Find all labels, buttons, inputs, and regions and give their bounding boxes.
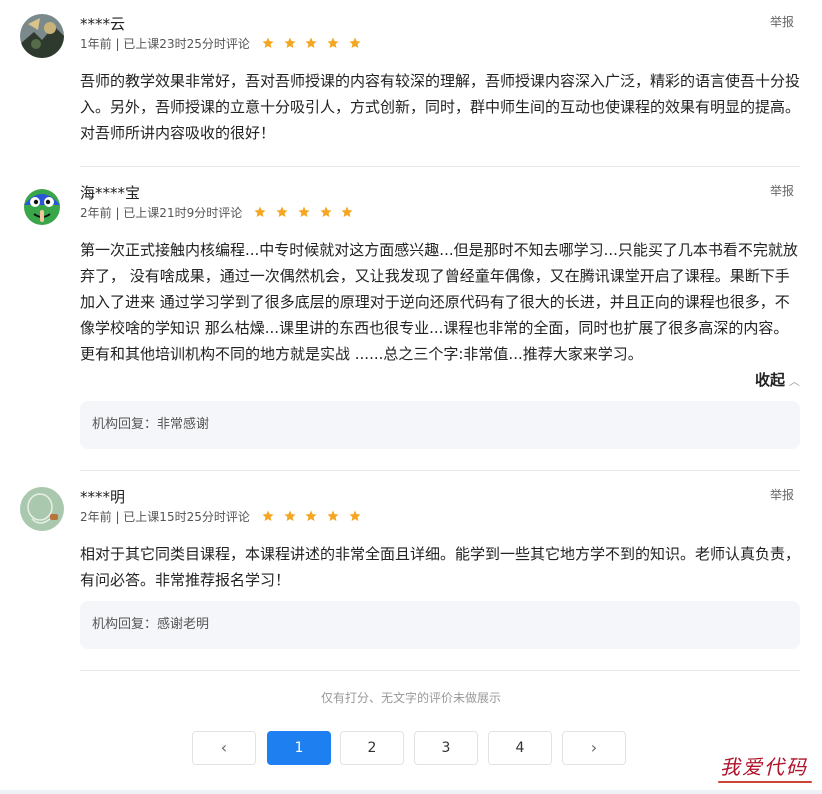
report-button[interactable]: 举报 xyxy=(770,14,794,30)
star-icon xyxy=(298,206,310,218)
star-icon xyxy=(262,37,274,49)
star-icon xyxy=(327,37,339,49)
review-content: 吾师的教学效果非常好，吾对吾师授课的内容有较深的理解，吾师授课内容深入广泛，精彩… xyxy=(80,72,801,142)
review-item: ****明 2年前 | 已上课15时25分时评论 举报 相对于其它同类目课程，本… xyxy=(20,487,800,652)
page-button-1[interactable]: 1 xyxy=(267,731,331,765)
institution-reply: 机构回复：感谢老明 xyxy=(80,601,800,649)
star-icon xyxy=(341,206,353,218)
rating-stars xyxy=(262,510,367,526)
chevron-up-icon: ︿ xyxy=(789,375,800,388)
collapse-button[interactable]: 收起 ︿ xyxy=(755,370,800,392)
username[interactable]: ****云 xyxy=(80,14,125,34)
page-button-3[interactable]: 3 xyxy=(414,731,478,765)
divider xyxy=(80,670,800,671)
rating-stars xyxy=(262,37,367,53)
page-button-4[interactable]: 4 xyxy=(488,731,552,765)
star-icon xyxy=(349,510,361,522)
chevron-right-icon: › xyxy=(590,738,598,757)
username[interactable]: 海****宝 xyxy=(80,183,140,203)
star-icon xyxy=(305,510,317,522)
star-icon xyxy=(349,37,361,49)
divider xyxy=(80,470,800,471)
report-button[interactable]: 举报 xyxy=(770,487,794,503)
avatar[interactable] xyxy=(20,14,64,58)
avatar-image-icon xyxy=(20,183,64,227)
review-item: 海****宝 2年前 | 已上课21时9分时评论 举报 第一次正式接触内核编程.… xyxy=(20,183,800,453)
star-icon xyxy=(305,37,317,49)
star-icon xyxy=(254,206,266,218)
star-icon xyxy=(262,510,274,522)
review-meta: 1年前 | 已上课23时25分时评论 xyxy=(80,36,367,53)
rating-stars xyxy=(254,206,359,222)
next-page-button[interactable]: › xyxy=(562,731,626,765)
avatar[interactable] xyxy=(20,183,64,227)
username[interactable]: ****明 xyxy=(80,487,125,507)
avatar-image-icon xyxy=(20,487,64,531)
star-icon xyxy=(284,37,296,49)
review-content: 第一次正式接触内核编程...中专时候就对这方面感兴趣...但是那时不知去哪学习.… xyxy=(80,241,798,363)
watermark-underline xyxy=(718,781,812,783)
watermark-logo: 我爱代码 xyxy=(718,751,812,783)
star-icon xyxy=(327,510,339,522)
page-button-2[interactable]: 2 xyxy=(340,731,404,765)
divider xyxy=(80,166,800,167)
review-meta: 2年前 | 已上课21时9分时评论 xyxy=(80,205,359,222)
institution-reply: 机构回复：非常感谢 xyxy=(80,401,800,449)
prev-page-button[interactable]: ‹ xyxy=(192,731,256,765)
review-meta-text: 1年前 | 已上课23时25分时评论 xyxy=(80,37,250,51)
star-icon xyxy=(276,206,288,218)
review-meta: 2年前 | 已上课15时25分时评论 xyxy=(80,509,367,526)
collapse-label: 收起 xyxy=(754,371,785,389)
review-content: 相对于其它同类目课程，本课程讲述的非常全面且详细。能学到一些其它地方学不到的知识… xyxy=(80,545,801,589)
avatar-image-icon xyxy=(20,14,64,58)
star-icon xyxy=(284,510,296,522)
review-meta-text: 2年前 | 已上课21时9分时评论 xyxy=(80,206,243,220)
avatar[interactable] xyxy=(20,487,64,531)
star-icon xyxy=(320,206,332,218)
report-button[interactable]: 举报 xyxy=(770,183,794,199)
watermark-text: 我爱代码 xyxy=(720,755,808,779)
review-item: ****云 1年前 | 已上课23时25分时评论 举报 吾师的教学效果非常好，吾… xyxy=(20,14,800,154)
hidden-reviews-note: 仅有打分、无文字的评价未做展示 xyxy=(320,691,501,705)
bottom-edge xyxy=(0,790,822,794)
review-meta-text: 2年前 | 已上课15时25分时评论 xyxy=(80,510,250,524)
chevron-left-icon: ‹ xyxy=(220,738,228,757)
